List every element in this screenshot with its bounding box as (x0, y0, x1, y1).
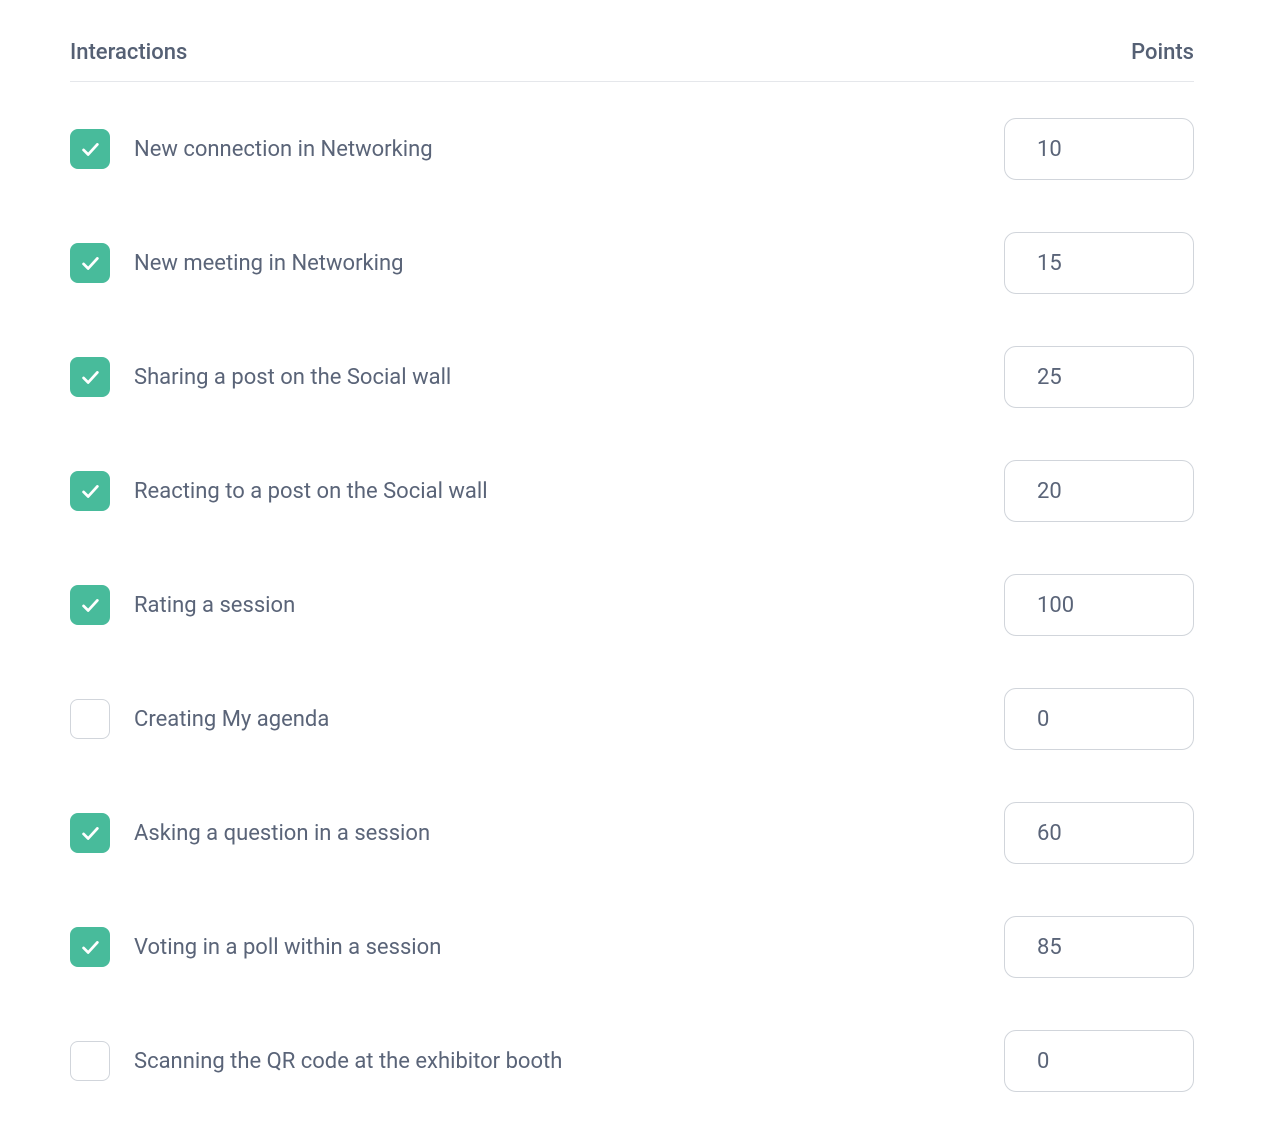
interaction-row: New connection in Networking (70, 118, 1194, 180)
check-icon (79, 822, 101, 844)
interaction-row: New meeting in Networking (70, 232, 1194, 294)
interaction-checkbox[interactable] (70, 585, 110, 625)
points-header-label: Points (1131, 40, 1194, 65)
interaction-label: Scanning the QR code at the exhibitor bo… (134, 1049, 562, 1074)
interaction-row-left: Creating My agenda (70, 699, 329, 739)
interaction-row: Asking a question in a session (70, 802, 1194, 864)
interaction-label: Sharing a post on the Social wall (134, 365, 451, 390)
interaction-row-left: Rating a session (70, 585, 295, 625)
interaction-checkbox[interactable] (70, 243, 110, 283)
interaction-row-left: Sharing a post on the Social wall (70, 357, 451, 397)
interaction-row-left: Asking a question in a session (70, 813, 430, 853)
interaction-row-left: New connection in Networking (70, 129, 433, 169)
interaction-row: Rating a session (70, 574, 1194, 636)
interactions-header-label: Interactions (70, 40, 187, 65)
points-input[interactable] (1004, 802, 1194, 864)
check-icon (79, 936, 101, 958)
interaction-label: Voting in a poll within a session (134, 935, 441, 960)
interaction-label: New meeting in Networking (134, 251, 404, 276)
points-input[interactable] (1004, 1030, 1194, 1092)
interaction-row: Voting in a poll within a session (70, 916, 1194, 978)
interactions-list: New connection in Networking New meeting… (70, 118, 1194, 1092)
interaction-row-left: Reacting to a post on the Social wall (70, 471, 488, 511)
interaction-label: Creating My agenda (134, 707, 329, 732)
interaction-label: Reacting to a post on the Social wall (134, 479, 488, 504)
interaction-row-left: New meeting in Networking (70, 243, 404, 283)
interaction-label: Asking a question in a session (134, 821, 430, 846)
check-icon (79, 594, 101, 616)
check-icon (79, 480, 101, 502)
interaction-checkbox[interactable] (70, 927, 110, 967)
points-input[interactable] (1004, 460, 1194, 522)
check-icon (79, 252, 101, 274)
interaction-checkbox[interactable] (70, 699, 110, 739)
interaction-checkbox[interactable] (70, 129, 110, 169)
interaction-label: New connection in Networking (134, 137, 433, 162)
interaction-checkbox[interactable] (70, 357, 110, 397)
interaction-checkbox[interactable] (70, 471, 110, 511)
points-input[interactable] (1004, 916, 1194, 978)
interaction-row: Sharing a post on the Social wall (70, 346, 1194, 408)
points-input[interactable] (1004, 574, 1194, 636)
interaction-row: Reacting to a post on the Social wall (70, 460, 1194, 522)
interaction-checkbox[interactable] (70, 1041, 110, 1081)
table-header: Interactions Points (70, 40, 1194, 82)
interaction-checkbox[interactable] (70, 813, 110, 853)
interaction-row: Creating My agenda (70, 688, 1194, 750)
points-input[interactable] (1004, 118, 1194, 180)
check-icon (79, 366, 101, 388)
interaction-row-left: Scanning the QR code at the exhibitor bo… (70, 1041, 562, 1081)
points-input[interactable] (1004, 232, 1194, 294)
points-input[interactable] (1004, 346, 1194, 408)
points-input[interactable] (1004, 688, 1194, 750)
interaction-row: Scanning the QR code at the exhibitor bo… (70, 1030, 1194, 1092)
check-icon (79, 138, 101, 160)
interaction-label: Rating a session (134, 593, 295, 618)
interaction-row-left: Voting in a poll within a session (70, 927, 441, 967)
